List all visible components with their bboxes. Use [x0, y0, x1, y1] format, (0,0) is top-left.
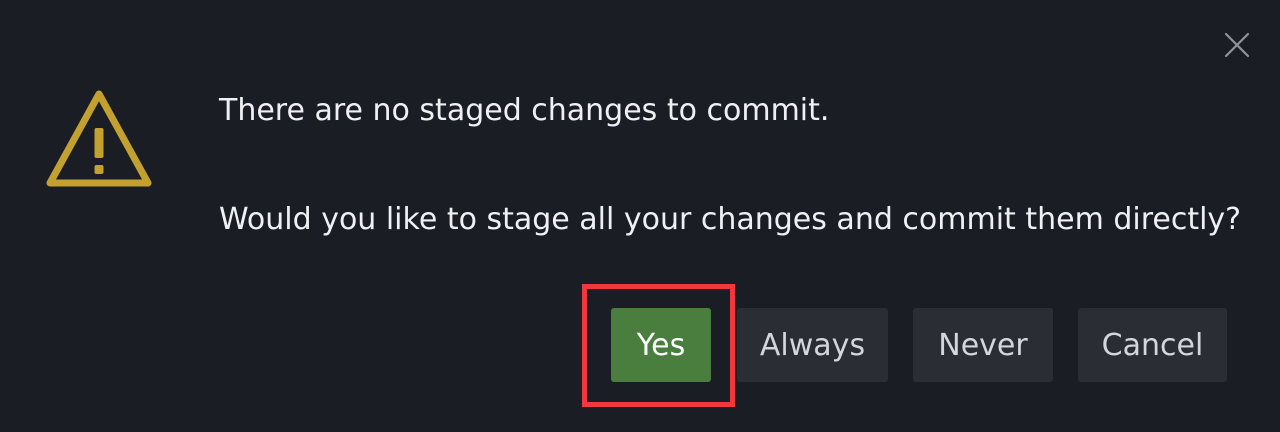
never-button[interactable]: Never — [913, 308, 1053, 382]
cancel-button[interactable]: Cancel — [1078, 308, 1227, 382]
always-button[interactable]: Always — [737, 308, 888, 382]
stage-changes-dialog: There are no staged changes to commit. W… — [0, 0, 1280, 432]
yes-button[interactable]: Yes — [611, 308, 711, 382]
warning-icon — [46, 90, 152, 187]
close-button[interactable] — [1220, 28, 1254, 62]
message-stage-all-question: Would you like to stage all your changes… — [219, 202, 1242, 237]
message-no-staged-changes: There are no staged changes to commit. — [219, 93, 830, 128]
close-icon — [1224, 32, 1250, 58]
